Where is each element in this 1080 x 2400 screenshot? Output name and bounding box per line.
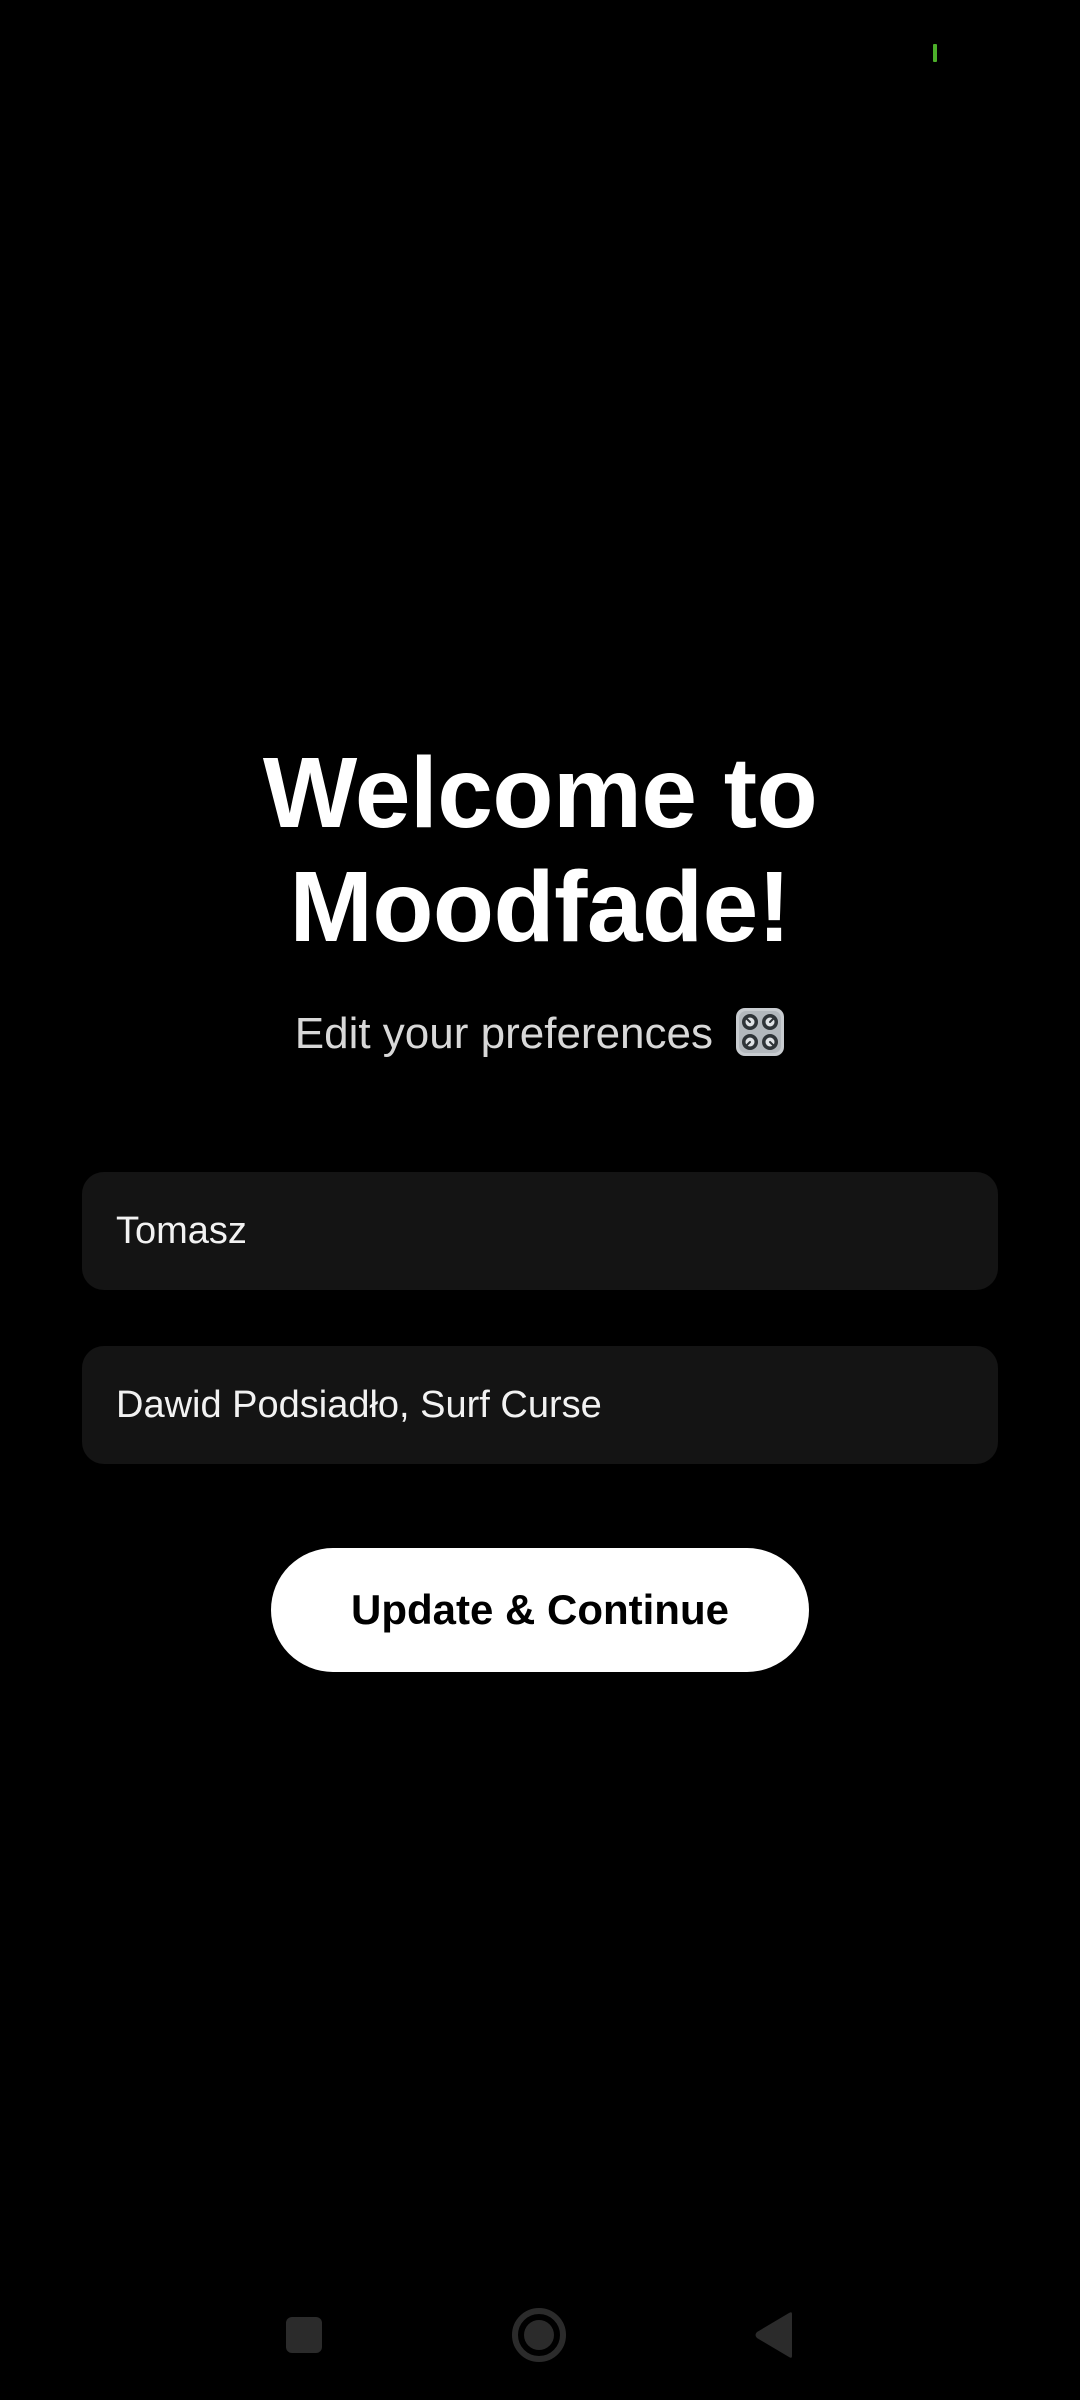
favorite-artists-field[interactable]: Dawid Podsiadło, Surf Curse <box>82 1346 998 1464</box>
recents-button[interactable] <box>259 2290 349 2380</box>
welcome-title: Welcome to Moodfade! <box>0 736 1080 964</box>
square-icon <box>286 2317 322 2353</box>
status-indicator <box>933 44 937 62</box>
subtitle: Edit your preferences <box>0 1004 1080 1064</box>
name-field[interactable]: Tomasz <box>82 1172 998 1290</box>
welcome-title-line-1: Welcome to <box>262 737 818 849</box>
welcome-title-line-2: Moodfade! <box>289 851 791 963</box>
name-field-value: Tomasz <box>116 1209 247 1252</box>
triangle-back-icon <box>755 2312 792 2358</box>
back-button[interactable] <box>729 2290 819 2380</box>
circle-icon <box>512 2308 566 2362</box>
control-knobs-icon <box>735 1007 785 1057</box>
home-button[interactable] <box>494 2290 584 2380</box>
update-continue-button[interactable]: Update & Continue <box>271 1548 809 1672</box>
subtitle-text: Edit your preferences <box>294 1009 713 1058</box>
favorite-artists-field-value: Dawid Podsiadło, Surf Curse <box>116 1383 602 1426</box>
navigation-bar <box>0 2290 1080 2380</box>
